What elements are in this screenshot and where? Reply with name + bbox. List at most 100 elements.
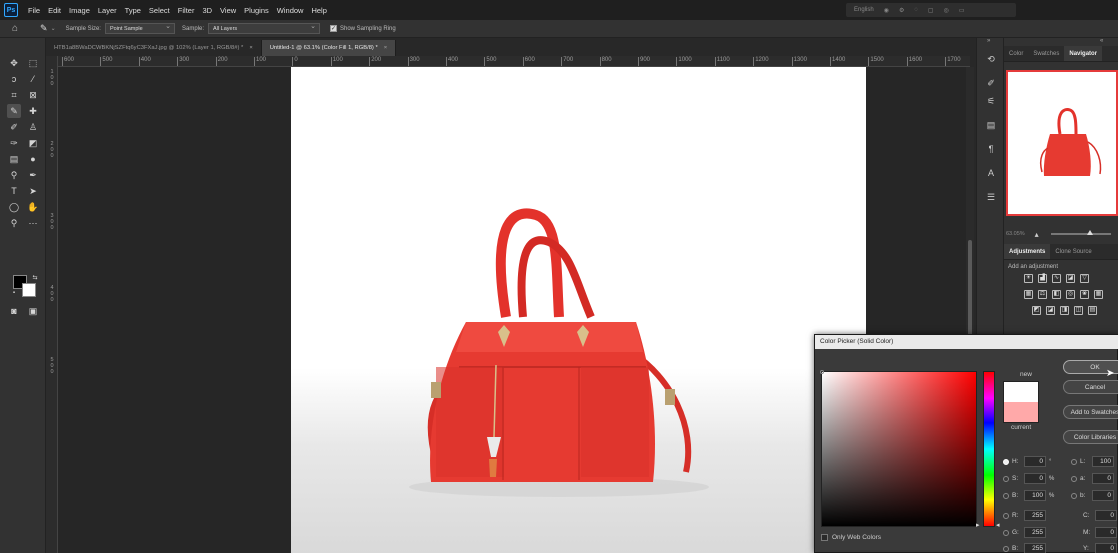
language-indicator[interactable]: English [854,7,874,13]
gradient-tool-icon[interactable]: ▤ [7,152,21,166]
magenta-input[interactable]: 0 [1095,527,1117,538]
hue-saturation-icon[interactable]: ▦ [1024,290,1033,299]
b-radio[interactable] [1071,492,1077,499]
menu-plugins[interactable]: Plugins [240,6,273,15]
show-sampling-ring-label[interactable]: Show Sampling Ring [340,26,396,32]
tab-adjustments[interactable]: Adjustments [1004,244,1051,259]
color-field[interactable] [821,371,977,527]
tray-icon[interactable]: ⚙ [899,7,904,14]
only-web-colors-checkbox[interactable] [821,534,828,541]
zoom-slider[interactable] [1050,230,1111,235]
eyedropper-tool-icon[interactable]: ✎ [7,104,21,118]
swap-colors-icon[interactable]: ⇆ [28,270,42,284]
hue-slider[interactable] [983,371,995,527]
history-icon[interactable]: ⟲ [984,54,998,68]
menu-file[interactable]: File [24,6,44,15]
dodge-tool-icon[interactable]: ⚲ [7,168,21,182]
hue-radio[interactable] [1003,458,1009,465]
character-icon[interactable]: A [984,168,998,182]
close-icon[interactable]: × [384,45,387,51]
blue-input[interactable]: 255 [1024,543,1046,553]
menu-view[interactable]: View [216,6,240,15]
tray-icon[interactable]: ◉ [884,7,889,14]
marquee-tool-icon[interactable]: ⬚ [26,56,40,70]
brush-settings-icon[interactable]: ✐ [984,78,998,92]
lightness-radio[interactable] [1071,458,1077,465]
cancel-button[interactable]: Cancel [1063,380,1118,394]
type-tool-icon[interactable]: T [7,184,21,198]
clone-stamp-tool-icon[interactable]: ♙ [26,120,40,134]
tray-icon[interactable]: ▭ [959,7,965,14]
menu-image[interactable]: Image [65,6,94,15]
menu-edit[interactable]: Edit [44,6,65,15]
menu-layer[interactable]: Layer [94,6,121,15]
eraser-tool-icon[interactable]: ◩ [26,136,40,150]
a-input[interactable]: 0 [1092,473,1114,484]
eyedropper-icon[interactable]: ✎ [40,23,48,34]
adjust-icon[interactable]: ☰ [984,192,998,206]
history-brush-tool-icon[interactable]: ✑ [7,136,21,150]
saturation-input[interactable]: 0 [1024,473,1046,484]
hand-tool-icon[interactable]: ✋ [26,200,40,214]
collapse-icon[interactable]: » [987,38,990,44]
brightness-input[interactable]: 100 [1024,490,1046,501]
tab-clone-source[interactable]: Clone Source [1050,244,1096,259]
blur-tool-icon[interactable]: ● [26,152,40,166]
hue-input[interactable]: 0 [1024,456,1046,467]
exposure-icon[interactable]: ◪ [1066,274,1075,283]
shape-tool-icon[interactable]: ◯ [7,200,21,214]
b-input[interactable]: 0 [1092,490,1114,501]
chevron-down-icon[interactable]: ⌄ [51,25,56,32]
path-selection-tool-icon[interactable]: ➤ [26,184,40,198]
add-to-swatches-button[interactable]: Add to Swatches [1063,405,1118,419]
color-field-marker[interactable] [820,370,824,374]
close-icon[interactable]: × [249,45,252,51]
brightness-radio[interactable] [1003,492,1009,499]
blue-radio[interactable] [1003,545,1009,552]
a-radio[interactable] [1071,475,1077,482]
tab-document-jpg[interactable]: HTB1a8BWaDCWBKNjSZFtq6yC3FXaJ.jpg @ 102%… [46,40,262,56]
menu-3d[interactable]: 3D [198,6,216,15]
lasso-tool-icon[interactable]: ↄ [7,72,21,86]
frame-tool-icon[interactable]: ⊠ [26,88,40,102]
green-input[interactable]: 255 [1024,527,1046,538]
hue-slider-right-arrow[interactable]: ◂ [996,521,1000,529]
default-colors-icon[interactable]: ▪ [7,286,21,300]
menu-window[interactable]: Window [273,6,308,15]
more-tools-icon[interactable]: ⋯ [26,216,40,230]
invert-icon[interactable]: ◩ [1032,306,1041,315]
paragraph-icon[interactable]: ¶ [984,144,998,158]
color-lookup-icon[interactable]: ▦ [1094,290,1103,299]
zoom-percent[interactable]: 63.05% [1006,231,1025,237]
background-color-swatch[interactable] [22,283,36,297]
photo-filter-icon[interactable]: ◎ [1066,290,1075,299]
properties-icon[interactable]: ⚟ [984,96,998,110]
menu-help[interactable]: Help [307,6,330,15]
tab-untitled-1[interactable]: Untitled-1 @ 63.1% (Color Fill 1, RGB/8)… [261,40,397,56]
curves-icon[interactable]: ∿ [1052,274,1061,283]
menu-filter[interactable]: Filter [174,6,199,15]
posterize-icon[interactable]: ◪ [1046,306,1055,315]
brush-tool-icon[interactable]: ✐ [7,120,21,134]
sample-size-select[interactable]: Point Sample [104,22,175,34]
red-radio[interactable] [1003,512,1009,519]
move-tool-icon[interactable]: ✥ [7,56,21,70]
tab-navigator[interactable]: Navigator [1064,46,1103,61]
cyan-input[interactable]: 0 [1095,510,1117,521]
tray-icon[interactable]: ◌ [914,7,918,13]
document-canvas[interactable] [291,67,866,553]
red-input[interactable]: 255 [1024,510,1046,521]
tray-icon[interactable]: ◎ [944,7,949,14]
color-libraries-button[interactable]: Color Libraries [1063,430,1118,444]
hue-slider-left-arrow[interactable]: ▸ [976,521,980,529]
lightness-input[interactable]: 100 [1092,456,1114,467]
zoom-out-icon[interactable]: ▴ [1035,230,1039,239]
vibrance-icon[interactable]: ▽ [1080,274,1089,283]
pen-tool-icon[interactable]: ✒ [26,168,40,182]
tray-icon[interactable]: ▢ [928,7,934,14]
yellow-input[interactable]: 0 [1095,543,1117,553]
sample-layers-select[interactable]: All Layers [208,22,320,34]
channel-mixer-icon[interactable]: ❀ [1080,290,1089,299]
healing-brush-tool-icon[interactable]: ✚ [26,104,40,118]
quick-select-tool-icon[interactable]: ⁄ [26,72,40,86]
